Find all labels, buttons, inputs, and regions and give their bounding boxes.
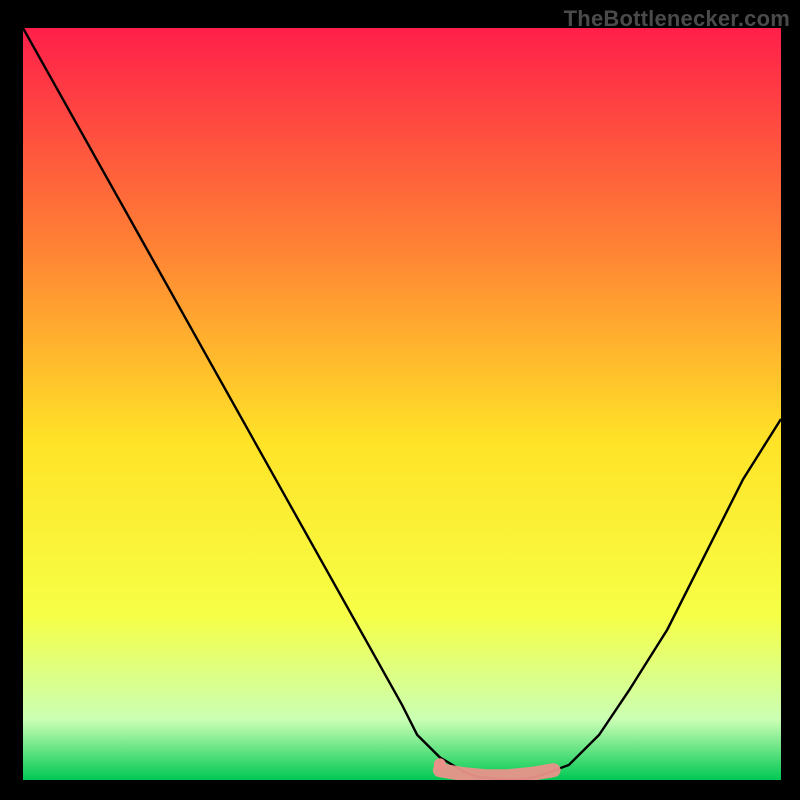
optimal-band-start-dot [434,758,446,770]
chart-svg [23,28,781,780]
chart-frame: TheBottlenecker.com [0,0,800,800]
plot-area [23,28,781,780]
gradient-background [23,28,781,780]
optimal-band-path [440,770,554,776]
